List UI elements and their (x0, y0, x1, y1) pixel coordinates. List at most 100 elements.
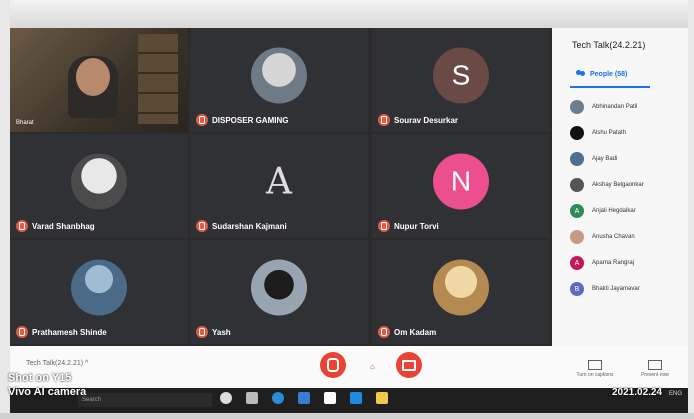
explorer-icon[interactable] (298, 392, 310, 404)
person-name: Abhinandan Patil (592, 104, 638, 110)
avatar (570, 230, 584, 244)
participant-name: Varad Shanbhag (32, 221, 95, 231)
person-face (76, 58, 110, 96)
tile-participant[interactable]: A Sudarshan Kajmani (190, 134, 368, 238)
tile-nameplate: Sudarshan Kajmani (196, 220, 287, 232)
list-item[interactable]: A Aparna Rangraj (570, 250, 688, 276)
camera-off-icon (402, 359, 416, 371)
participant-name: Sourav Desurkar (394, 115, 459, 125)
tile-nameplate: Sourav Desurkar (378, 114, 458, 126)
avatar (570, 178, 584, 192)
captions-button[interactable]: Turn on captions (565, 360, 625, 378)
person-name: Ajay Badi (592, 156, 618, 162)
list-item[interactable]: B Bhakti Jayamavar (570, 276, 688, 302)
participant-letter-avatar: N (433, 153, 489, 210)
mic-off-icon (378, 220, 390, 232)
tile-participant[interactable]: S Sourav Desurkar (372, 28, 550, 132)
mic-off-icon (327, 358, 339, 372)
participant-name: Sudarshan Kajmani (212, 221, 287, 231)
tile-participant[interactable]: Om Kadam (372, 240, 550, 344)
tile-participant[interactable]: Varad Shanbhag (10, 134, 188, 238)
tile-participant[interactable]: N Nupur Torvi (372, 134, 550, 238)
mic-off-icon (196, 326, 208, 338)
system-tray[interactable]: ENG (669, 391, 682, 397)
tile-participant[interactable]: DISPOSER GAMING (190, 28, 368, 132)
participant-photo-avatar (433, 259, 489, 316)
present-label: Present now (641, 372, 669, 378)
tile-nameplate: DISPOSER GAMING (196, 114, 288, 126)
tile-participant[interactable]: Yash (190, 240, 368, 344)
camera-toggle-button[interactable] (396, 352, 422, 378)
meeting-details[interactable]: Tech Talk(24.2.21) ^ (26, 360, 88, 367)
present-icon (648, 360, 662, 370)
edge-icon[interactable] (272, 392, 284, 404)
camera-watermark-line2: Vivo AI camera (8, 386, 87, 398)
store-icon[interactable] (324, 392, 336, 404)
participant-photo-avatar (71, 153, 127, 210)
participant-photo-avatar (251, 259, 307, 316)
bookshelf-background (138, 34, 178, 124)
tile-participant[interactable]: Prathamesh Shinde (10, 240, 188, 344)
participant-grid: Bharat DISPOSER GAMING S Sourav Desurkar… (10, 28, 552, 346)
avatar (570, 126, 584, 140)
meeting-controls-bar: Tech Talk(24.2.21) ^ ⌂ Turn on captions … (10, 346, 688, 388)
hang-up-icon[interactable]: ⌂ (370, 362, 375, 371)
language-indicator: ENG (668, 391, 682, 397)
avatar: A (570, 256, 584, 270)
mic-off-icon (16, 220, 28, 232)
chevron-up-icon: ^ (85, 360, 89, 367)
person-name: Alshu Patath (592, 130, 627, 136)
tile-nameplate: Bharat (16, 120, 34, 126)
captions-label: Turn on captions (576, 372, 614, 378)
tile-nameplate: Yash (196, 326, 231, 338)
avatar: A (570, 204, 584, 218)
list-item[interactable]: Akshay Belgaonkar (570, 172, 688, 198)
tile-nameplate: Prathamesh Shinde (16, 326, 107, 338)
mail-icon[interactable] (350, 392, 362, 404)
person-name: Akshay Belgaonkar (592, 182, 644, 188)
mic-off-icon (16, 326, 28, 338)
avengers-logo-icon: A (266, 161, 292, 203)
list-item[interactable]: Abhinandan Patil (570, 94, 688, 120)
avatar (570, 100, 584, 114)
people-icon (576, 70, 586, 78)
person-name: Anjali Hegdalkar (592, 208, 636, 214)
people-list: Abhinandan Patil Alshu Patath Ajay Badi … (570, 94, 688, 302)
list-item[interactable]: A Anjali Hegdalkar (570, 198, 688, 224)
person-name: Bhakti Jayamavar (592, 286, 640, 292)
list-item[interactable]: Anusha Chavan (570, 224, 688, 250)
photo-frame-right (688, 0, 694, 419)
monitor-screen: Bharat DISPOSER GAMING S Sourav Desurkar… (10, 28, 688, 413)
mic-off-icon (378, 114, 390, 126)
photo-frame-top (0, 0, 694, 28)
participant-name: Yash (212, 327, 231, 337)
list-item[interactable]: Ajay Badi (570, 146, 688, 172)
avatar (570, 152, 584, 166)
photo-frame-left (0, 0, 10, 419)
participant-name: Om Kadam (394, 327, 437, 337)
participant-name: Nupur Torvi (394, 221, 439, 231)
taskbar-apps (220, 392, 388, 404)
meeting-title: Tech Talk(24.2.21) (572, 40, 646, 50)
taskview-icon[interactable] (246, 392, 258, 404)
participant-name: Prathamesh Shinde (32, 327, 107, 337)
start-icon[interactable] (220, 392, 232, 404)
taskbar-search[interactable]: Search (78, 393, 212, 407)
tab-people[interactable]: People (58) (576, 70, 627, 78)
captions-icon (588, 360, 602, 370)
photo-frame-bottom (0, 413, 694, 419)
mic-toggle-button[interactable] (320, 352, 346, 378)
camera-watermark-line1: Shot on Y15 (8, 372, 72, 384)
tile-nameplate: Om Kadam (378, 326, 436, 338)
camera-datestamp: 2021.02.24 (612, 387, 663, 398)
meeting-name: Tech Talk(24.2.21) (26, 360, 84, 367)
mic-off-icon (196, 220, 208, 232)
tile-self-camera[interactable]: Bharat (10, 28, 188, 132)
present-button[interactable]: Present now (625, 360, 685, 378)
files-icon[interactable] (376, 392, 388, 404)
mic-off-icon (196, 114, 208, 126)
person-name: Anusha Chavan (592, 234, 635, 240)
mic-off-icon (378, 326, 390, 338)
tab-underline (570, 86, 650, 88)
list-item[interactable]: Alshu Patath (570, 120, 688, 146)
